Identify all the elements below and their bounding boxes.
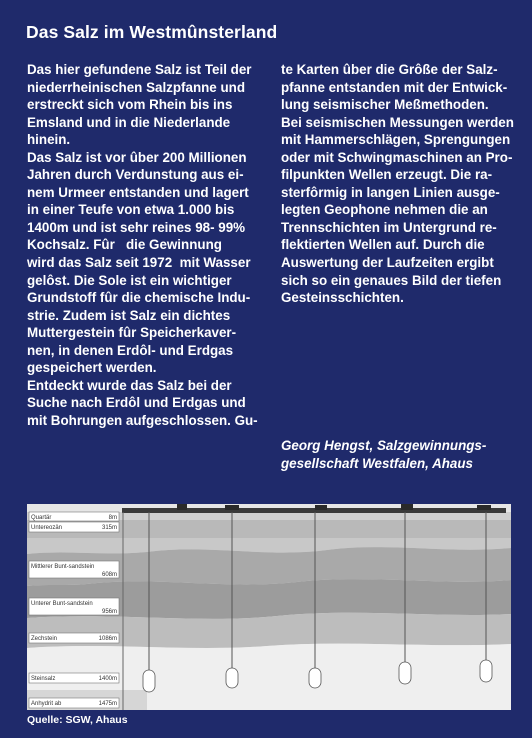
text-line: Das Salz ist vor ûber 200 Millionen: [27, 149, 247, 165]
text-line: Suche nach Erdôl und Erdgas und: [27, 395, 246, 411]
layer-label-depth: 956m: [102, 609, 117, 615]
surface-building: [477, 505, 491, 510]
layer-label-name: Quartär: [31, 515, 51, 521]
text-line: Muttergestein fûr Speicherkaver-: [27, 325, 237, 341]
text-line: oder mit Schwingmaschinen an Pro-: [281, 149, 513, 165]
cavern: [479, 659, 493, 683]
text-line: nem Urmeer entstanden und lagert: [27, 184, 249, 200]
text-line: pfanne entstanden mit der Entwick-: [281, 79, 508, 95]
text-line: Kochsalz. Fûr die Gewinnung: [27, 237, 222, 253]
text-line: Gesteinsschichten.: [281, 290, 404, 306]
surface-building: [315, 505, 327, 510]
layer-label-name: Unterer Bunt-sandstein: [31, 601, 93, 607]
layer-label-depth: 1086m: [99, 636, 117, 642]
layer-label-name: Steinsalz: [31, 676, 55, 682]
text-line: mit Hammerschlägen, Sprengungen: [281, 132, 511, 148]
text-line: filpunkten Wellen erzeugt. Die ra-: [281, 167, 493, 183]
text-line: in einer Teufe von etwa 1.000 bis: [27, 202, 235, 218]
text-line: Grundstoff fûr die chemische Indu-: [27, 290, 251, 306]
geology-cross-section-figure: Quartär 8m Untereozän 315m Mittlerer Bun…: [27, 504, 511, 710]
surface-building: [177, 504, 187, 510]
figure-source-caption: Quelle: SGW, Ahaus: [27, 714, 128, 726]
surface-building: [401, 504, 413, 510]
cavern: [225, 667, 239, 689]
cross-section-drawing: Quartär 8m Untereozän 315m Mittlerer Bun…: [27, 504, 511, 710]
signature-line: gesellschaft Westfalen, Ahaus: [281, 456, 473, 471]
layer-label-depth: 608m: [102, 572, 117, 578]
cavern: [398, 661, 412, 685]
signature-line: Georg Hengst, Salzgewinnungs-: [281, 438, 487, 453]
text-line: flektierten Wellen auf. Durch die: [281, 237, 485, 253]
text-line: hinein.: [27, 132, 71, 148]
text-line: erstreckt sich vom Rhein bis ins: [27, 97, 233, 113]
right-text-column: te Karten ûber die Grôße der Salz- pfann…: [281, 61, 514, 307]
text-line: gespeichert werden.: [27, 360, 157, 376]
text-line: nen, in denen Erdôl- und Erdgas: [27, 342, 234, 358]
author-signature: Georg Hengst, Salzgewinnungs- gesellscha…: [281, 437, 486, 473]
text-line: Das hier gefundene Salz ist Teil der: [27, 62, 252, 77]
text-line: Entdeckt wurde das Salz bei der: [27, 377, 232, 393]
text-line: mit Bohrungen aufgeschlossen. Gu-: [27, 412, 258, 428]
text-line: niederrheinischen Salzpfanne und: [27, 79, 246, 95]
layer-label-depth: 315m: [102, 525, 117, 531]
text-line: strie. Zudem ist Salz ein dichtes: [27, 307, 231, 323]
layer-label-depth: 8m: [109, 515, 117, 521]
cavern: [308, 667, 322, 689]
text-line: wird das Salz seit 1972 mit Wasser: [27, 255, 251, 271]
left-text-column: Das hier gefundene Salz ist Teil der nie…: [27, 61, 272, 429]
cavern: [142, 669, 156, 693]
layer-label-depth: 1475m: [99, 701, 117, 707]
text-line: Emsland und in die Niederlande: [27, 114, 231, 130]
text-line: legten Geophone nehmen die an: [281, 202, 488, 218]
layer-label-name: Mittlerer Bunt-sandstein: [31, 564, 94, 570]
surface-building: [225, 505, 239, 510]
text-line: lung seismischer Meßmethoden.: [281, 97, 489, 113]
text-line: 1400m und ist sehr reines 98- 99%: [27, 219, 246, 235]
text-line: Bei seismischen Messungen werden: [281, 114, 514, 130]
layer-label-name: Zechstein: [31, 636, 57, 642]
text-line: gelôst. Die Sole ist ein wichtiger: [27, 272, 232, 288]
text-line: Trennschichten im Untergrund re-: [281, 219, 497, 235]
layer-label-depth: 1400m: [99, 676, 117, 682]
text-line: sterfôrmig in langen Linien ausge-: [281, 184, 500, 200]
layer-label-name: Anhydrit ab: [31, 701, 62, 707]
text-line: te Karten ûber die Grôße der Salz-: [281, 62, 498, 77]
text-line: Jahren durch Verdunstung aus ei-: [27, 167, 244, 183]
layer-label-name: Untereozän: [31, 525, 62, 531]
page-title: Das Salz im Westmûnsterland: [26, 22, 278, 42]
text-line: sich so ein genaues Bild der tiefen: [281, 272, 502, 288]
text-line: Auswertung der Laufzeiten ergibt: [281, 255, 494, 271]
